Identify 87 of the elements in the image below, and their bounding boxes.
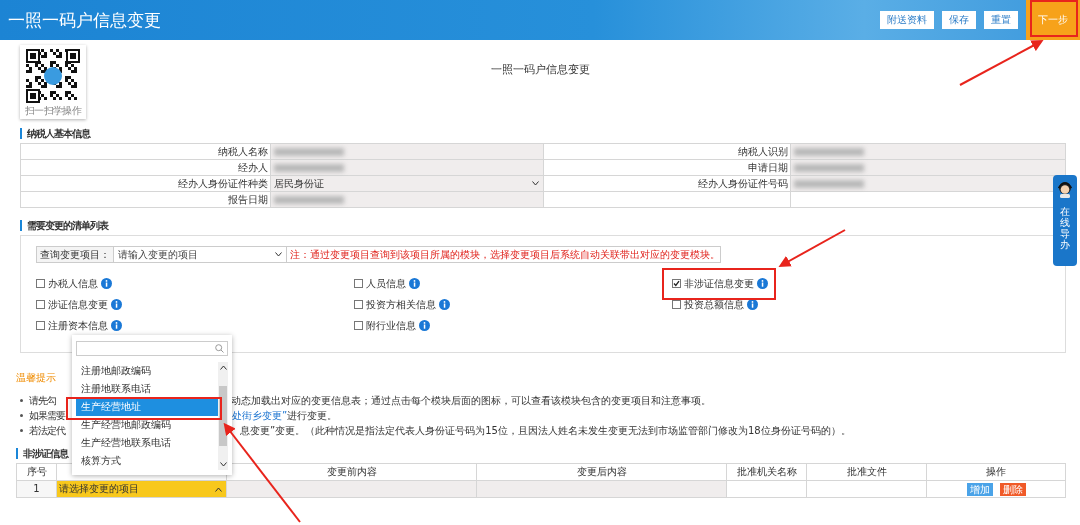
query-label: 查询变更项目： xyxy=(37,247,114,262)
chevron-icon xyxy=(215,486,222,492)
redacted-value xyxy=(274,195,344,204)
id-type-select[interactable]: 居民身份证 xyxy=(271,176,544,192)
checkbox[interactable] xyxy=(354,300,363,309)
chevron-icon xyxy=(219,462,227,467)
chevron-icon xyxy=(275,252,282,257)
qr-code-icon xyxy=(26,49,80,103)
checkbox[interactable] xyxy=(672,300,681,309)
redacted-value xyxy=(274,163,344,172)
highlight-frame xyxy=(1030,0,1078,37)
section-heading: 纳税人基本信息 xyxy=(20,128,90,139)
column-header: 变更前内容 xyxy=(227,464,477,481)
annotation-arrow xyxy=(778,229,846,267)
chevron-icon xyxy=(532,181,539,186)
info-icon[interactable] xyxy=(757,278,768,289)
redacted-value xyxy=(274,147,344,156)
info-icon[interactable] xyxy=(409,278,420,289)
redacted-value xyxy=(794,179,864,188)
field-label: 申请日期 xyxy=(544,160,791,176)
tips-title: 温馨提示 xyxy=(16,371,56,385)
checkbox[interactable] xyxy=(672,279,681,288)
search-icon xyxy=(215,344,224,353)
info-icon[interactable] xyxy=(419,320,430,331)
option-label: 非涉证信息变更 xyxy=(684,276,754,291)
info-icon[interactable] xyxy=(747,299,758,310)
toolbar-button[interactable]: 附送资料 xyxy=(880,11,934,29)
tip-text: 进行变更。 xyxy=(287,408,338,423)
option-label: 投资方相关信息 xyxy=(366,297,436,312)
option-label: 办税人信息 xyxy=(48,276,98,291)
online-help-widget[interactable]: 在线导办 xyxy=(1053,175,1077,266)
column-header: 批准文件 xyxy=(807,464,927,481)
item-select[interactable]: 请选择变更的项目 xyxy=(57,481,227,498)
field-label: 经办人身份证件种类 xyxy=(21,176,271,192)
tip-text: 如果需要 xyxy=(29,408,65,423)
page-title: 一照一码户信息变更 xyxy=(490,62,590,76)
checkbox[interactable] xyxy=(36,321,45,330)
section-heading: 需要变更的清单列表 xyxy=(20,220,108,231)
field-label: 报告日期 xyxy=(21,192,271,208)
tip-link[interactable]: 处街乡变更” xyxy=(232,408,288,423)
chevron-icon xyxy=(219,365,227,370)
toolbar-button[interactable]: 保存 xyxy=(942,11,976,29)
option-label: 附行业信息 xyxy=(366,318,416,333)
field-label: 经办人身份证件号码 xyxy=(544,176,791,192)
redacted-value xyxy=(794,147,864,156)
info-icon[interactable] xyxy=(439,299,450,310)
help-label: 在线导办 xyxy=(1060,206,1070,250)
checkbox[interactable] xyxy=(36,300,45,309)
table-cell: 1 xyxy=(17,481,57,498)
info-icon[interactable] xyxy=(111,299,122,310)
column-header: 批准机关名称 xyxy=(727,464,807,481)
scrollbar-thumb[interactable] xyxy=(219,386,227,446)
qr-caption: 扫一扫学操作 xyxy=(24,104,82,118)
query-select[interactable]: 请输入变更的项目 xyxy=(114,247,287,262)
column-header: 操作 xyxy=(927,464,1066,481)
tip-text: 动态加载出对应的变更信息表；通过点击每个模块后面的图标，可以查看该模块包含的变更项目和注意事项。 xyxy=(231,393,711,408)
field-label: 纳税人名称 xyxy=(21,144,271,160)
checkbox[interactable] xyxy=(36,279,45,288)
table-cell[interactable] xyxy=(807,481,927,498)
info-icon[interactable] xyxy=(101,278,112,289)
toolbar-button[interactable]: 重置 xyxy=(984,11,1018,29)
field-label: 经办人 xyxy=(21,160,271,176)
section-heading: 非涉证信息 xyxy=(16,448,68,459)
info-icon[interactable] xyxy=(111,320,122,331)
bullet xyxy=(20,429,23,432)
checkbox[interactable] xyxy=(354,321,363,330)
bullet xyxy=(20,399,23,402)
bullet xyxy=(20,414,23,417)
column-header: 变更后内容 xyxy=(477,464,727,481)
tip-text: 息变更”变更。（此种情况是指法定代表人身份证号码为15位，且因法人姓名未发生变更无法到市场监管部门修改为18位身份证号码的）。 xyxy=(240,423,851,438)
option-label: 投资总额信息 xyxy=(684,297,744,312)
table-cell[interactable] xyxy=(727,481,807,498)
option-label: 人员信息 xyxy=(366,276,406,291)
redacted-value xyxy=(794,163,864,172)
add-button[interactable]: 增加 xyxy=(966,482,993,496)
delete-button[interactable]: 删除 xyxy=(999,482,1026,496)
option-label: 涉证信息变更 xyxy=(48,297,108,312)
tip-text: 若法定代 xyxy=(29,423,65,438)
app-title: 一照一码户信息变更 xyxy=(8,8,162,32)
checkbox[interactable] xyxy=(354,279,363,288)
tip-text: 请先勾 xyxy=(29,393,56,408)
search-field[interactable] xyxy=(76,341,228,356)
option-label: 注册资本信息 xyxy=(48,318,108,333)
column-header: 序号 xyxy=(17,464,57,481)
query-note: 注：通过变更项目查询到该项目所属的模块，选择变更项目后系统自动关联带出对应的变更模块。 xyxy=(289,248,720,262)
agent-icon xyxy=(1057,180,1073,198)
field-label: 纳税人识别 xyxy=(544,144,791,160)
